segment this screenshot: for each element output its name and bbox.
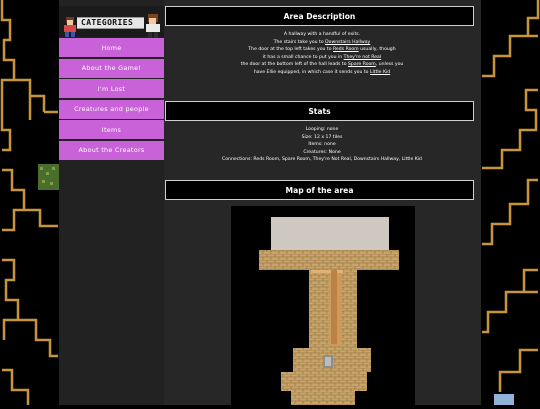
background-pattern-left	[0, 0, 59, 405]
desc-line: A hallway with a handful of exits.	[165, 31, 479, 39]
desc-text: The door at the top left takes you to	[248, 47, 333, 53]
background-pattern-right	[482, 0, 540, 405]
map-heading: Map of the area	[165, 180, 474, 200]
desc-text: , unless you	[375, 62, 404, 68]
desc-text: usually, though	[358, 47, 396, 53]
desc-text: The stairs take you to	[273, 39, 326, 45]
nav-home[interactable]: Home	[59, 38, 164, 57]
sidebar: CATEGORIES Home About the Game! I'm Lost…	[59, 0, 164, 405]
link-spare-room[interactable]: Spare Room	[348, 62, 376, 67]
desc-line: have Ellie equipped, in which case it se…	[165, 69, 479, 77]
stat-creatures: Creatures: None	[303, 149, 341, 155]
area-map-drawing	[259, 217, 399, 405]
page-container: CATEGORIES Home About the Game! I'm Lost…	[59, 0, 481, 405]
nav-about-the-creators[interactable]: About the Creators	[59, 140, 164, 160]
main-content: Area Description A hallway with a handfu…	[165, 0, 481, 405]
desc-line: The stairs take you to Downstairs Hallwa…	[165, 39, 479, 47]
desc-line: the door at the bottom left of the hall …	[165, 61, 479, 69]
category-nav: Home About the Game! I'm Lost Creatures …	[59, 38, 164, 162]
desc-text: it has a small chance to put you in	[262, 54, 344, 60]
stat-size: Size: 12 x 17 tiles	[301, 134, 343, 140]
categories-title: CATEGORIES	[81, 18, 134, 27]
desc-text: have Ellie equipped, in which case it se…	[253, 69, 370, 75]
link-theyre-not-real[interactable]: They're not Real	[344, 55, 382, 60]
stat-connections: Connections: Reds Room, Spare Room, They…	[222, 157, 422, 162]
nav-about-the-game[interactable]: About the Game!	[59, 58, 164, 78]
link-reds-room[interactable]: Reds Room	[333, 47, 359, 52]
categories-header: CATEGORIES	[59, 6, 164, 38]
nav-im-lost[interactable]: I'm Lost	[59, 79, 164, 99]
desc-line: The door at the top left takes you to Re…	[165, 46, 479, 54]
nav-items[interactable]: Items	[59, 120, 164, 140]
stats-list: Looping: none Size: 12 x 17 tiles Items:…	[165, 126, 479, 164]
link-little-kid[interactable]: Little Kid	[370, 70, 390, 75]
area-map-image	[231, 206, 415, 405]
link-downstairs-hallway[interactable]: Downstairs Hallway	[325, 40, 370, 45]
desc-text: the door at the bottom left of the hall …	[240, 62, 348, 68]
stat-items: Items: none	[308, 142, 336, 147]
area-description-text: A hallway with a handful of exits. The s…	[165, 31, 479, 77]
nav-creatures-and-people[interactable]: Creatures and people	[59, 99, 164, 119]
desc-line: it has a small chance to put you in They…	[165, 54, 479, 62]
stats-heading: Stats	[165, 101, 474, 121]
character-sprite-icon	[146, 14, 160, 38]
desc-text: A hallway with a handful of exits.	[283, 32, 361, 37]
area-description-heading: Area Description	[165, 6, 474, 26]
stat-looping: Looping: none	[305, 127, 339, 132]
